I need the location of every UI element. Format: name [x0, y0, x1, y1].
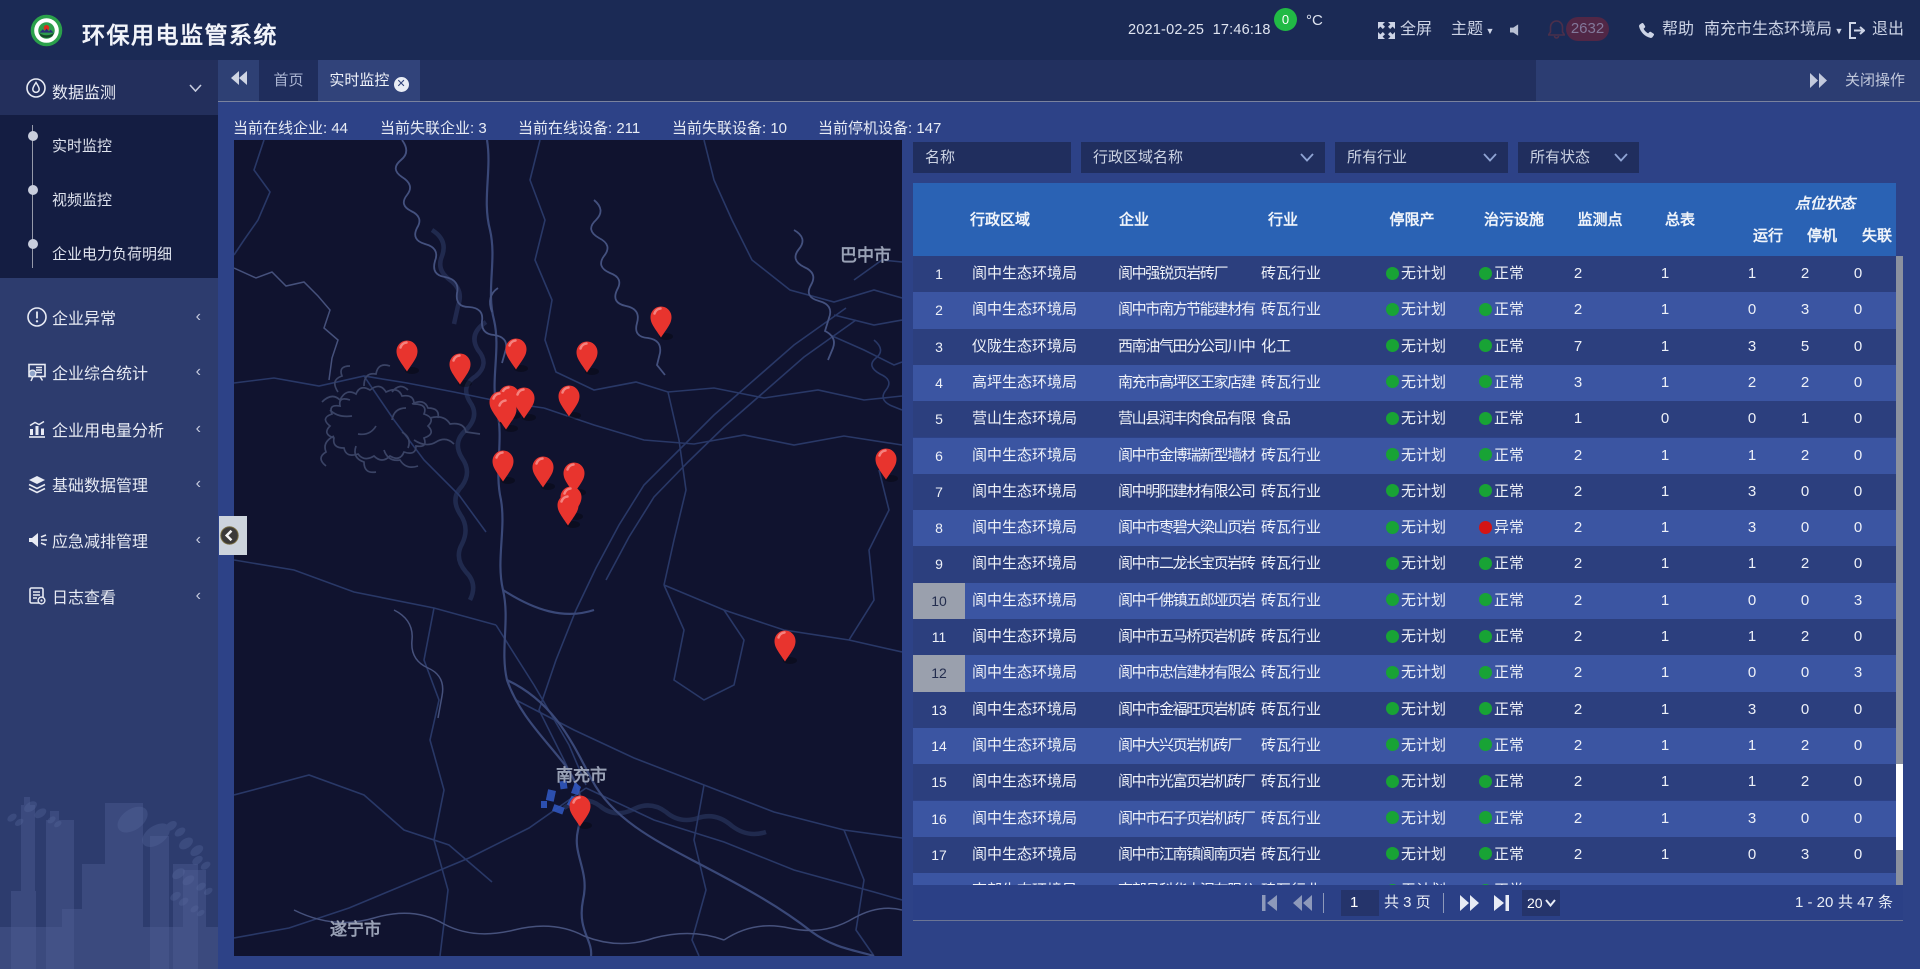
svg-text:遂宁市: 遂宁市 [330, 919, 381, 939]
svg-text:巴中市: 巴中市 [840, 245, 891, 265]
svg-text:南充市: 南充市 [556, 765, 607, 785]
